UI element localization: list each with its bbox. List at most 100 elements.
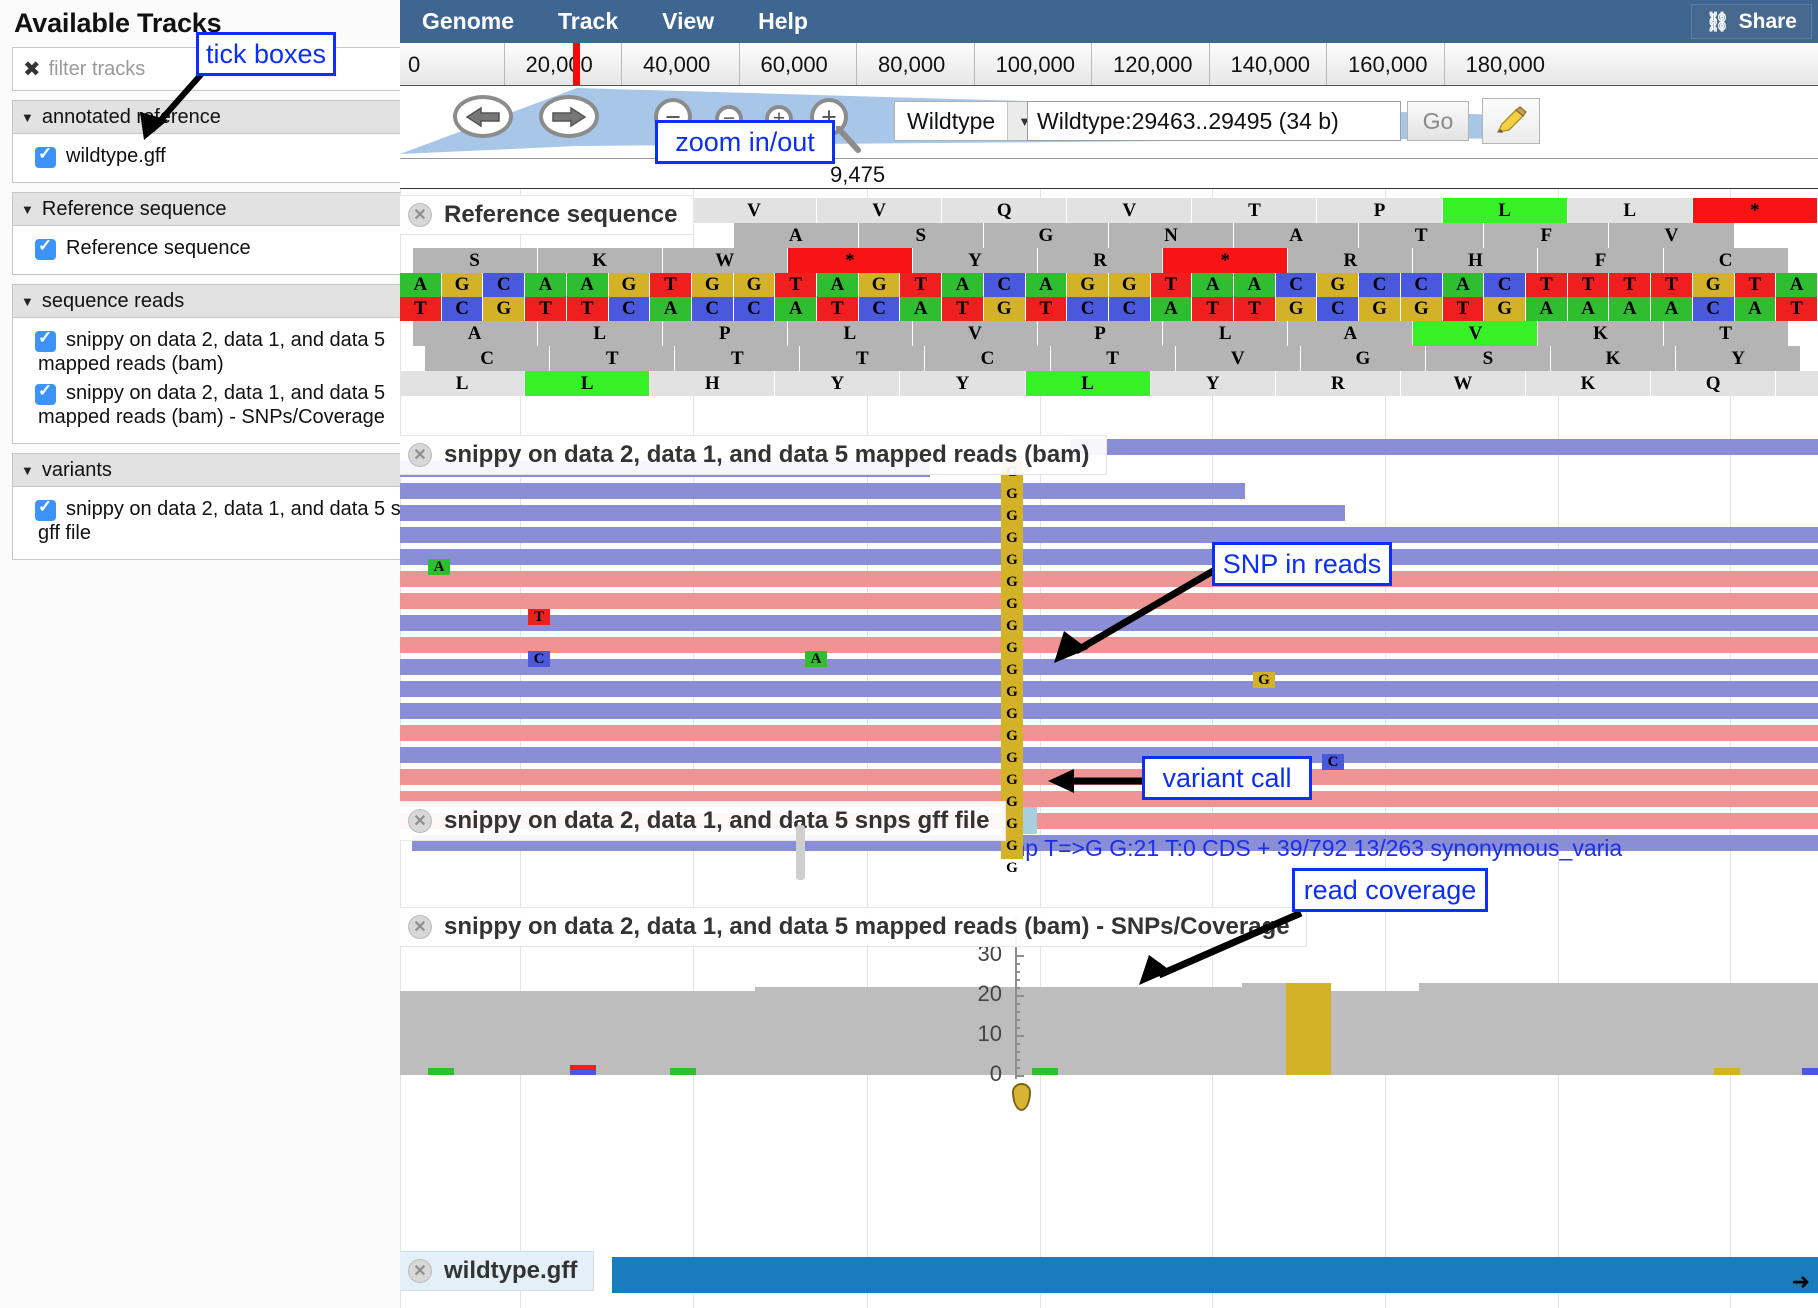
track-list-item[interactable]: wildtype.gff — [23, 144, 435, 168]
coverage-axis-minor-tick — [1015, 979, 1020, 981]
track-list-item[interactable]: snippy on data 2, data 1, and data 5 map… — [23, 328, 435, 376]
menu-view[interactable]: View — [640, 0, 736, 43]
menu-genome[interactable]: Genome — [400, 0, 536, 43]
dna-base: C — [984, 273, 1026, 297]
location-input[interactable] — [1027, 101, 1401, 141]
track-checkbox[interactable] — [35, 331, 56, 352]
close-icon[interactable]: ✕ — [408, 915, 432, 939]
close-icon[interactable]: ✕ — [408, 1259, 432, 1283]
track-checkbox[interactable] — [35, 147, 56, 168]
snp-base: G — [1006, 857, 1018, 879]
menu-help[interactable]: Help — [736, 0, 830, 43]
overview-tick-label: 140,000 — [1231, 52, 1311, 78]
variants-track-title[interactable]: ✕ snippy on data 2, data 1, and data 5 s… — [400, 801, 1006, 841]
amino-acid: T — [1051, 346, 1176, 371]
coverage-snp-tick — [428, 1068, 454, 1075]
track-checkbox[interactable] — [35, 384, 56, 405]
close-icon[interactable]: ✕ — [408, 203, 432, 227]
amino-acid: L — [1568, 198, 1693, 223]
category-header[interactable]: ▼variants1 — [12, 453, 446, 487]
read-alignment[interactable] — [400, 725, 1818, 741]
share-button[interactable]: ⛓ Share — [1691, 4, 1813, 39]
annotation-track-title[interactable]: ✕ wildtype.gff — [400, 1251, 594, 1291]
category-header[interactable]: ▼Reference sequence1 — [12, 192, 446, 226]
dna-base: G — [1693, 273, 1735, 297]
reference-sequence-track-title[interactable]: ✕ Reference sequence — [400, 195, 694, 235]
mismatch-base[interactable]: C — [1322, 754, 1344, 770]
amino-acid: L — [1443, 198, 1568, 223]
amino-acid: K — [1526, 371, 1651, 396]
amino-acid: S — [1426, 346, 1551, 371]
dna-base: T — [1234, 297, 1276, 321]
clear-filter-icon[interactable]: ✖ — [23, 57, 41, 81]
amino-acid: L — [538, 321, 663, 346]
pan-left-button[interactable] — [453, 95, 513, 138]
coverage-bar — [1198, 987, 1243, 1075]
coverage-bar — [1464, 983, 1509, 1075]
pan-right-button[interactable] — [539, 95, 599, 138]
local-ruler[interactable]: 9,475 — [400, 159, 1818, 189]
triangle-down-icon[interactable]: ▼ — [21, 463, 34, 478]
mismatch-base[interactable]: T — [528, 609, 550, 625]
coverage-bar — [1331, 991, 1376, 1075]
track-list-item[interactable]: snippy on data 2, data 1, and data 5 map… — [23, 381, 435, 429]
mismatch-base[interactable]: A — [805, 651, 827, 667]
track-checkbox[interactable] — [35, 239, 56, 260]
coverage-axis-label: 20 — [962, 981, 1002, 1007]
read-alignment[interactable] — [400, 527, 1818, 543]
mismatch-base[interactable]: G — [1253, 672, 1275, 688]
dna-base: A — [1735, 297, 1777, 321]
amino-acid: R — [1288, 248, 1413, 273]
dna-base: C — [1401, 273, 1443, 297]
track-scroll-handle[interactable] — [796, 825, 805, 880]
mapped-reads-track-title[interactable]: ✕ snippy on data 2, data 1, and data 5 m… — [400, 435, 1107, 475]
dna-base: C — [734, 297, 776, 321]
read-alignment[interactable] — [400, 747, 1818, 763]
reads-track-label: snippy on data 2, data 1, and data 5 map… — [444, 441, 1090, 469]
menu-track[interactable]: Track — [536, 0, 640, 43]
category-header[interactable]: ▼sequence reads2 — [12, 284, 446, 318]
track-label: Reference sequence — [38, 236, 251, 260]
overview-tick — [974, 43, 975, 85]
coverage-axis-minor-tick — [1015, 1059, 1020, 1061]
reference-sequence-select[interactable]: Wildtype ▼ — [894, 101, 1042, 141]
local-ruler-label: 9,475 — [830, 162, 885, 188]
coverage-snp-tick — [670, 1068, 696, 1075]
coverage-axis-minor-tick — [1015, 1019, 1020, 1021]
coverage-track: 3020100 — [400, 907, 1818, 1257]
snp-in-reads-arrow — [1040, 555, 1240, 665]
amino-acid: * — [788, 248, 913, 273]
genome-overview-ruler[interactable]: 020,00040,00060,00080,000100,000120,0001… — [400, 43, 1818, 86]
read-alignment[interactable] — [400, 681, 1818, 697]
read-alignment[interactable] — [1070, 439, 1818, 455]
triangle-down-icon[interactable]: ▼ — [21, 202, 34, 217]
callout-tick-boxes-label: tick boxes — [206, 39, 326, 70]
highlight-button[interactable] — [1482, 98, 1540, 144]
dna-base: C — [1317, 297, 1359, 321]
triangle-down-icon[interactable]: ▼ — [21, 110, 34, 125]
highlighter-icon — [1494, 106, 1528, 136]
mismatch-base[interactable]: A — [428, 559, 450, 575]
dna-base: A — [567, 273, 609, 297]
dna-base: T — [900, 273, 942, 297]
read-alignment[interactable] — [400, 483, 1245, 499]
close-icon[interactable]: ✕ — [408, 443, 432, 467]
track-list-item[interactable]: Reference sequence — [23, 236, 435, 260]
track-list-item[interactable]: snippy on data 2, data 1, and data 5 snp… — [23, 497, 435, 545]
amino-acid: R — [1038, 248, 1163, 273]
mismatch-base[interactable]: C — [528, 651, 550, 667]
protein-frame-minus-3: LLHYYLYRWKQL — [400, 371, 1818, 396]
triangle-down-icon[interactable]: ▼ — [21, 294, 34, 309]
gene-feature-bar[interactable]: ➜ — [612, 1257, 1818, 1293]
read-alignment[interactable] — [400, 703, 1818, 719]
close-icon[interactable]: ✕ — [408, 809, 432, 833]
track-checkbox[interactable] — [35, 500, 56, 521]
callout-zoom-label: zoom in/out — [675, 127, 815, 158]
go-button[interactable]: Go — [1407, 101, 1469, 141]
category-name: variants — [42, 459, 422, 482]
frame-offset — [400, 346, 425, 371]
menu-bar: Genome Track View Help ⛓ Share — [400, 0, 1818, 43]
read-alignment[interactable] — [400, 505, 1345, 521]
available-tracks-sidebar: Available Tracks ✖ filter tracks ▼annota… — [0, 0, 459, 1308]
amino-acid: A — [734, 223, 859, 248]
